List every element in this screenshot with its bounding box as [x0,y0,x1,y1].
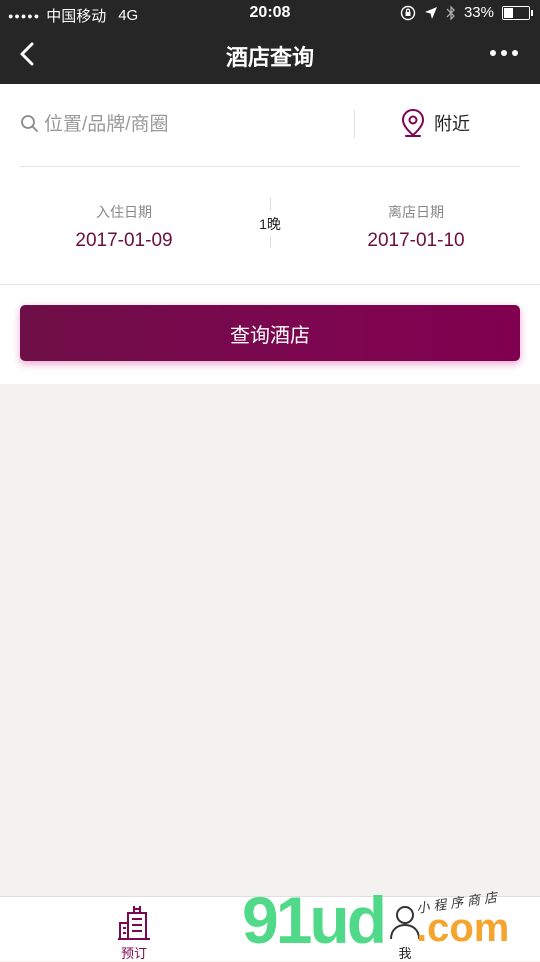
orientation-lock-icon [400,5,416,20]
location-pin-icon [401,108,425,137]
checkin-label: 入住日期 [96,204,152,220]
divider [270,198,271,210]
tab-profile[interactable]: 我 [345,897,465,961]
divider [354,110,355,138]
divider [270,236,271,248]
top-bar: ●●●●● 中国移动 4G 20:08 33% 酒店查询 [0,0,540,84]
page-title: 酒店查询 [225,45,314,70]
checkin-date-picker[interactable]: 入住日期 2017-01-09 [24,202,224,252]
date-row: 入住日期 2017-01-09 1晚 离店日期 2017-01-10 [0,184,540,284]
person-icon [390,906,420,940]
checkout-date-picker[interactable]: 离店日期 2017-01-10 [316,202,516,252]
search-row: 附近 [20,84,520,167]
checkout-label: 离店日期 [388,204,444,220]
search-panel: 附近 入住日期 2017-01-09 1晚 离店日期 2017-01-10 查询… [0,84,540,384]
nearby-label: 附近 [434,114,470,134]
tab-booking-label: 预订 [120,946,147,961]
more-dots-icon[interactable] [490,50,518,56]
location-arrow-icon [424,6,437,19]
search-icon [21,115,38,132]
battery-icon [502,5,533,20]
nav-bar: 酒店查询 [0,28,540,84]
checkin-date: 2017-01-09 [75,230,173,251]
search-input[interactable] [42,109,346,141]
tab-profile-label: 我 [398,946,412,961]
divider [0,284,540,285]
tab-booking[interactable]: 预订 [74,897,194,961]
search-hotels-button[interactable]: 查询酒店 [20,305,520,361]
battery-percent: 33% [463,4,494,21]
tab-bar: 预订 我 [0,896,540,961]
nights-count: 1晚 [259,216,281,232]
battery-level [504,7,513,18]
hotel-building-icon [118,906,150,940]
status-right: 33% [400,4,533,21]
status-bar: ●●●●● 中国移动 4G 20:08 33% [0,0,540,28]
checkout-date: 2017-01-10 [367,230,465,251]
bluetooth-icon [446,4,455,21]
nearby-button[interactable]: 附近 [400,108,470,138]
